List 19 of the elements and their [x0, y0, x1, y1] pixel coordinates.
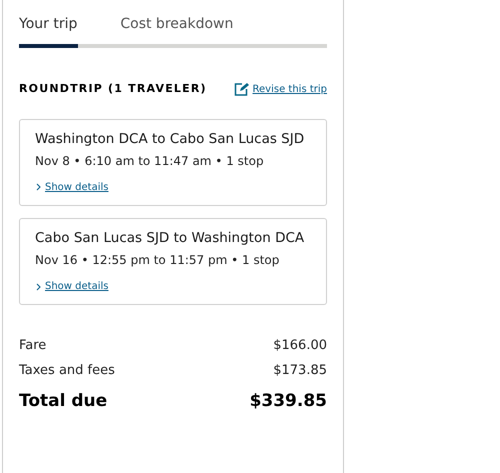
show-details-link[interactable]: Show details — [35, 279, 108, 294]
flight-times: Nov 16 • 12:55 pm to 11:57 pm • 1 stop — [35, 252, 280, 269]
cost-label: Taxes and fees — [19, 362, 115, 380]
tab[interactable]: Cost breakdown — [120, 14, 234, 44]
revise-link[interactable]: Revise this trip — [234, 82, 327, 97]
chevron-icon — [35, 183, 42, 192]
flight-route: Cabo San Lucas SJD to Washington DCA — [35, 228, 306, 248]
cost-amount: $166.00 — [273, 336, 327, 355]
cost-label: Fare — [19, 336, 46, 355]
cost-label: Total due — [19, 390, 108, 413]
chevron-icon — [35, 282, 42, 290]
flight-times: Nov 8 • 6:10 am to 11:47 am • 1 stop — [35, 152, 265, 170]
tab[interactable]: Your trip — [19, 14, 78, 44]
cost-amount: $173.85 — [273, 362, 327, 380]
section-heading: ROUNDTRIP (1 TRAVELER) — [19, 81, 207, 97]
edit-icon — [234, 82, 249, 96]
cost-amount: $339.85 — [250, 390, 327, 413]
show-details-link[interactable]: Show details — [35, 180, 108, 195]
flight-route: Washington DCA to Cabo San Lucas SJD — [35, 130, 306, 148]
